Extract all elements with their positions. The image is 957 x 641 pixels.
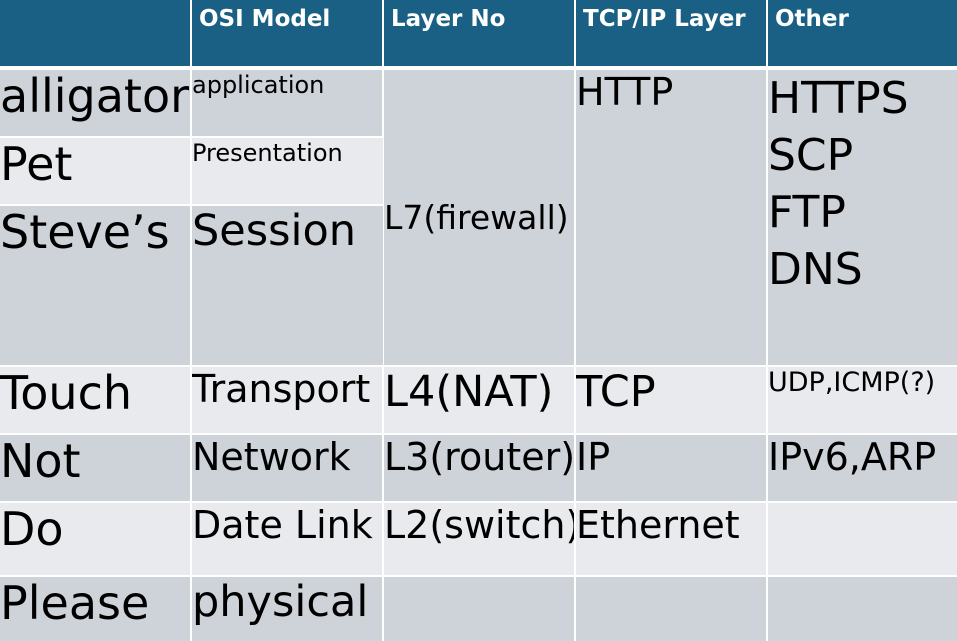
layer-no-cell: L3(router) (383, 434, 576, 503)
layer-no-cell (383, 576, 576, 641)
table-row: Touch Transport L4(NAT) TCP UDP,ICMP(?) (0, 366, 957, 435)
layer-no-cell: L2(switch) (383, 502, 576, 577)
layer-no-cell: L7(firewall) (383, 68, 576, 367)
header-mnemonic (0, 0, 192, 70)
mnemonic-cell: Steve’s (0, 205, 192, 367)
osi-layer-cell: application (191, 68, 384, 138)
other-protocols-cell: HTTPS SCP FTP DNS (767, 68, 957, 367)
header-tcpip-layer: TCP/IP Layer (575, 0, 768, 70)
mnemonic-cell: Touch (0, 366, 192, 435)
protocol-item: DNS (768, 244, 863, 295)
layer-no-cell: L4(NAT) (383, 366, 576, 435)
mnemonic-cell: Do (0, 502, 192, 577)
tcpip-layer-cell: IP (575, 434, 768, 503)
header-layer-no: Layer No (383, 0, 576, 70)
other-protocols-cell: IPv6,ARP (767, 434, 957, 503)
tcpip-layer-cell: TCP (575, 366, 768, 435)
osi-model-table: OSI Model Layer No TCP/IP Layer Other al… (0, 0, 957, 641)
osi-layer-cell: Session (191, 205, 383, 367)
mnemonic-cell: Not (0, 434, 192, 503)
mnemonic-cell: Pet (0, 137, 192, 206)
protocol-item: FTP (768, 187, 846, 238)
protocol-item: HTTPS (768, 73, 909, 124)
table-row: Do Date Link L2(switch) Ethernet (0, 502, 957, 577)
mnemonic-cell: Please (0, 576, 192, 641)
osi-layer-cell: Transport (191, 366, 384, 435)
other-protocols-cell: UDP,ICMP(?) (767, 366, 957, 435)
table-row: Not Network L3(router) IP IPv6,ARP (0, 434, 957, 503)
tcpip-layer-cell: HTTP (575, 68, 768, 367)
osi-layer-cell: Date Link (191, 502, 384, 577)
tcpip-layer-cell: Ethernet (575, 502, 768, 577)
table-row: Please physical (0, 576, 957, 641)
header-row: OSI Model Layer No TCP/IP Layer Other (0, 0, 957, 70)
mnemonic-cell: alligator (0, 68, 192, 138)
header-osi-model: OSI Model (191, 0, 384, 70)
table-row: alligator application L7(firewall) HTTP … (0, 68, 957, 367)
tcpip-layer-cell (575, 576, 768, 641)
osi-layer-cell: physical (191, 576, 384, 641)
header-other: Other (767, 0, 957, 70)
osi-layer-cell: Network (191, 434, 384, 503)
osi-layer-cell: Presentation (191, 137, 383, 206)
other-protocols-cell (767, 502, 957, 577)
other-protocols-cell (767, 576, 957, 641)
protocol-item: SCP (768, 130, 854, 181)
